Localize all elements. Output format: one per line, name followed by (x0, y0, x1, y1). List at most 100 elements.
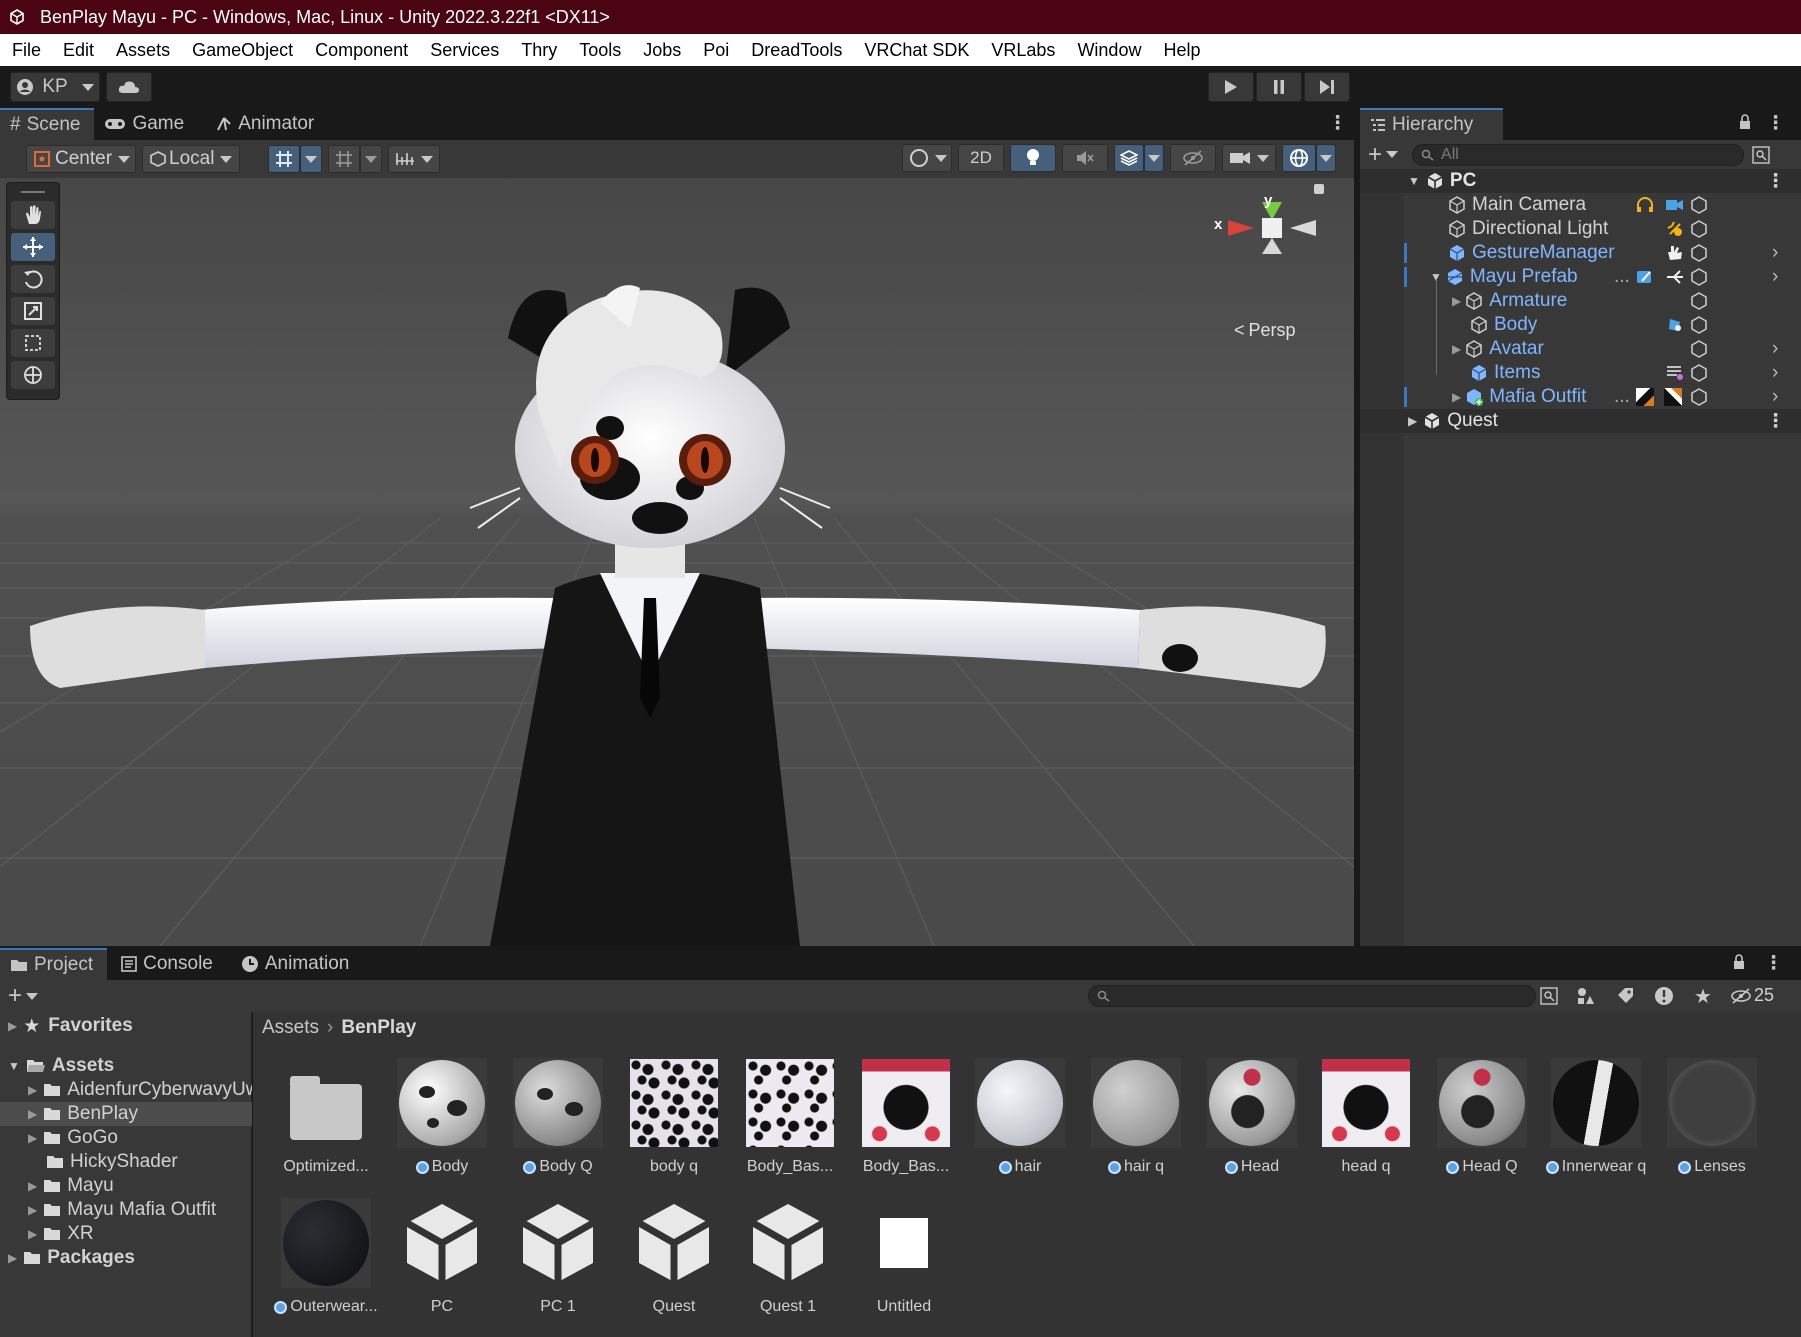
filter-by-label-icon[interactable] (1616, 987, 1634, 1005)
snap-increment-button[interactable] (328, 145, 360, 173)
space-local-dropdown[interactable]: Local (142, 145, 240, 173)
breadcrumb-assets[interactable]: Assets (262, 1017, 319, 1039)
asset-untitled[interactable]: Untitled (848, 1194, 960, 1324)
asset-material-hair-q[interactable]: hair q (1080, 1054, 1192, 1184)
play-button[interactable] (1208, 72, 1254, 102)
menu-vrchat-sdk[interactable]: VRChat SDK (852, 40, 979, 61)
search-by-type-icon[interactable] (1540, 987, 1558, 1005)
hierarchy-item-mayu-prefab[interactable]: ▼ Mayu Prefab ... › (1360, 265, 1801, 289)
gizmos-dropdown[interactable] (1316, 144, 1336, 172)
lock-icon[interactable] (1738, 114, 1752, 130)
menu-help[interactable]: Help (1151, 40, 1210, 61)
tab-console[interactable]: Console (111, 948, 227, 980)
project-search-field[interactable] (1088, 985, 1536, 1007)
chevron-down-icon[interactable] (26, 992, 39, 1000)
asset-material-body[interactable]: Body (386, 1054, 498, 1184)
tree-folder-benplay[interactable]: ▶ BenPlay (0, 1102, 252, 1126)
asset-material-outerwear[interactable]: Outerwear... (270, 1194, 382, 1324)
expand-arrow-icon[interactable]: ▶ (28, 1203, 37, 1217)
tab-animation[interactable]: Animation (231, 948, 364, 980)
asset-scene-pc-1[interactable]: PC 1 (502, 1194, 614, 1324)
expand-arrow-icon[interactable]: ▼ (1408, 174, 1420, 188)
breadcrumb-benplay[interactable]: BenPlay (341, 1017, 416, 1039)
scene-viewport[interactable]: y x < Persp (0, 178, 1354, 946)
menu-file[interactable]: File (0, 40, 51, 61)
hierarchy-item-body[interactable]: Body (1360, 313, 1801, 337)
menu-window[interactable]: Window (1065, 40, 1151, 61)
step-button[interactable] (1304, 72, 1350, 102)
menu-tools[interactable]: Tools (567, 40, 631, 61)
grid-options-dropdown[interactable] (300, 145, 322, 173)
tab-hierarchy[interactable]: Hierarchy (1360, 108, 1504, 140)
expand-arrow-icon[interactable]: ▶ (28, 1083, 37, 1097)
hidden-objects-toggle[interactable] (1170, 144, 1216, 172)
filter-by-type-icon[interactable] (1576, 986, 1596, 1006)
expand-arrow-icon[interactable]: ▼ (8, 1059, 20, 1073)
tree-folder-hickyshader[interactable]: HickyShader (0, 1150, 252, 1174)
asset-scene-pc[interactable]: PC (386, 1194, 498, 1324)
asset-scene-quest[interactable]: Quest (618, 1194, 730, 1324)
star-favorite-icon[interactable]: ★ (1694, 984, 1712, 1009)
toggle-2d-button[interactable]: 2D (958, 144, 1004, 172)
cloud-button[interactable] (106, 72, 152, 102)
expand-arrow-icon[interactable]: ▶ (1408, 414, 1417, 428)
menu-component[interactable]: Component (303, 40, 418, 61)
asset-material-innerwear-q[interactable]: Innerwear q (1540, 1054, 1652, 1184)
asset-texture-head-q[interactable]: head q (1310, 1054, 1422, 1184)
tree-favorites[interactable]: ▶ ★ Favorites (0, 1014, 252, 1038)
expand-arrow-icon[interactable]: ▶ (1452, 342, 1461, 356)
tree-folder-mayu-mafia-outfit[interactable]: ▶ Mayu Mafia Outfit (0, 1198, 252, 1222)
expand-arrow-icon[interactable]: ▶ (8, 1019, 17, 1033)
chevron-right-icon[interactable]: › (1772, 242, 1778, 264)
kebab-menu-icon[interactable]: ⋮ (1328, 112, 1347, 135)
pivot-center-dropdown[interactable]: Center (26, 145, 136, 173)
hierarchy-scene-quest[interactable]: ▶ Quest ⋮ (1360, 409, 1801, 433)
expand-arrow-icon[interactable]: ▶ (8, 1251, 17, 1265)
scale-tool[interactable] (11, 297, 55, 325)
menu-assets[interactable]: Assets (104, 40, 180, 61)
transform-tool[interactable] (11, 361, 55, 389)
asset-folder-optimized[interactable]: Optimized... (270, 1054, 382, 1184)
move-tool[interactable] (11, 233, 55, 261)
menu-thry[interactable]: Thry (509, 40, 567, 61)
tab-animator[interactable]: Animator (206, 108, 328, 140)
hierarchy-item-main-camera[interactable]: Main Camera (1360, 193, 1801, 217)
chevron-right-icon[interactable]: › (1772, 386, 1778, 408)
tab-project[interactable]: Project (0, 948, 108, 980)
rotate-tool[interactable] (11, 265, 55, 293)
expand-arrow-icon[interactable]: ▶ (1452, 294, 1461, 308)
menu-services[interactable]: Services (418, 40, 509, 61)
kebab-menu-icon[interactable]: ⋮ (1766, 170, 1785, 193)
hidden-packages-toggle[interactable]: 25 (1730, 985, 1774, 1006)
asset-scene-quest-1[interactable]: Quest 1 (732, 1194, 844, 1324)
persp-toggle[interactable]: < Persp (1234, 320, 1296, 341)
snap-options-dropdown[interactable] (360, 145, 382, 173)
asset-material-head-q[interactable]: Head Q (1426, 1054, 1538, 1184)
grid-snap-toggle[interactable] (268, 145, 300, 173)
menu-vrlabs[interactable]: VRLabs (979, 40, 1065, 61)
asset-texture-body-q[interactable]: body q (618, 1054, 730, 1184)
search-scene-icon[interactable] (1752, 145, 1770, 164)
effects-toggle[interactable] (1114, 144, 1144, 172)
chevron-right-icon[interactable]: › (1772, 266, 1778, 288)
expand-arrow-icon[interactable]: ▶ (28, 1179, 37, 1193)
menu-gameobject[interactable]: GameObject (180, 40, 303, 61)
hierarchy-item-items[interactable]: Items › (1360, 361, 1801, 385)
hierarchy-item-armature[interactable]: ▶ Armature (1360, 279, 1801, 375)
add-icon[interactable]: + (1368, 141, 1382, 169)
hierarchy-item-avatar[interactable]: ▶ Avatar › (1360, 337, 1801, 361)
increment-snap-dropdown[interactable] (388, 145, 440, 173)
hierarchy-item-directional-light[interactable]: Directional Light (1360, 217, 1801, 241)
asset-material-head[interactable]: Head (1196, 1054, 1308, 1184)
expand-arrow-icon[interactable]: ▶ (1452, 390, 1461, 404)
hierarchy-item-mafia-outfit[interactable]: ▶ Mafia Outfit ... › (1360, 385, 1801, 409)
expand-arrow-icon[interactable]: ▶ (28, 1107, 37, 1121)
menu-dreadtools[interactable]: DreadTools (739, 40, 852, 61)
hierarchy-search-field[interactable]: All (1412, 143, 1745, 166)
asset-texture-body-base-2[interactable]: Body_Bas... (850, 1054, 962, 1184)
lock-icon[interactable] (1732, 954, 1746, 970)
menu-poi[interactable]: Poi (691, 40, 739, 61)
kebab-menu-icon[interactable]: ⋮ (1766, 112, 1785, 135)
kebab-menu-icon[interactable]: ⋮ (1766, 410, 1785, 433)
menu-edit[interactable]: Edit (51, 40, 104, 61)
